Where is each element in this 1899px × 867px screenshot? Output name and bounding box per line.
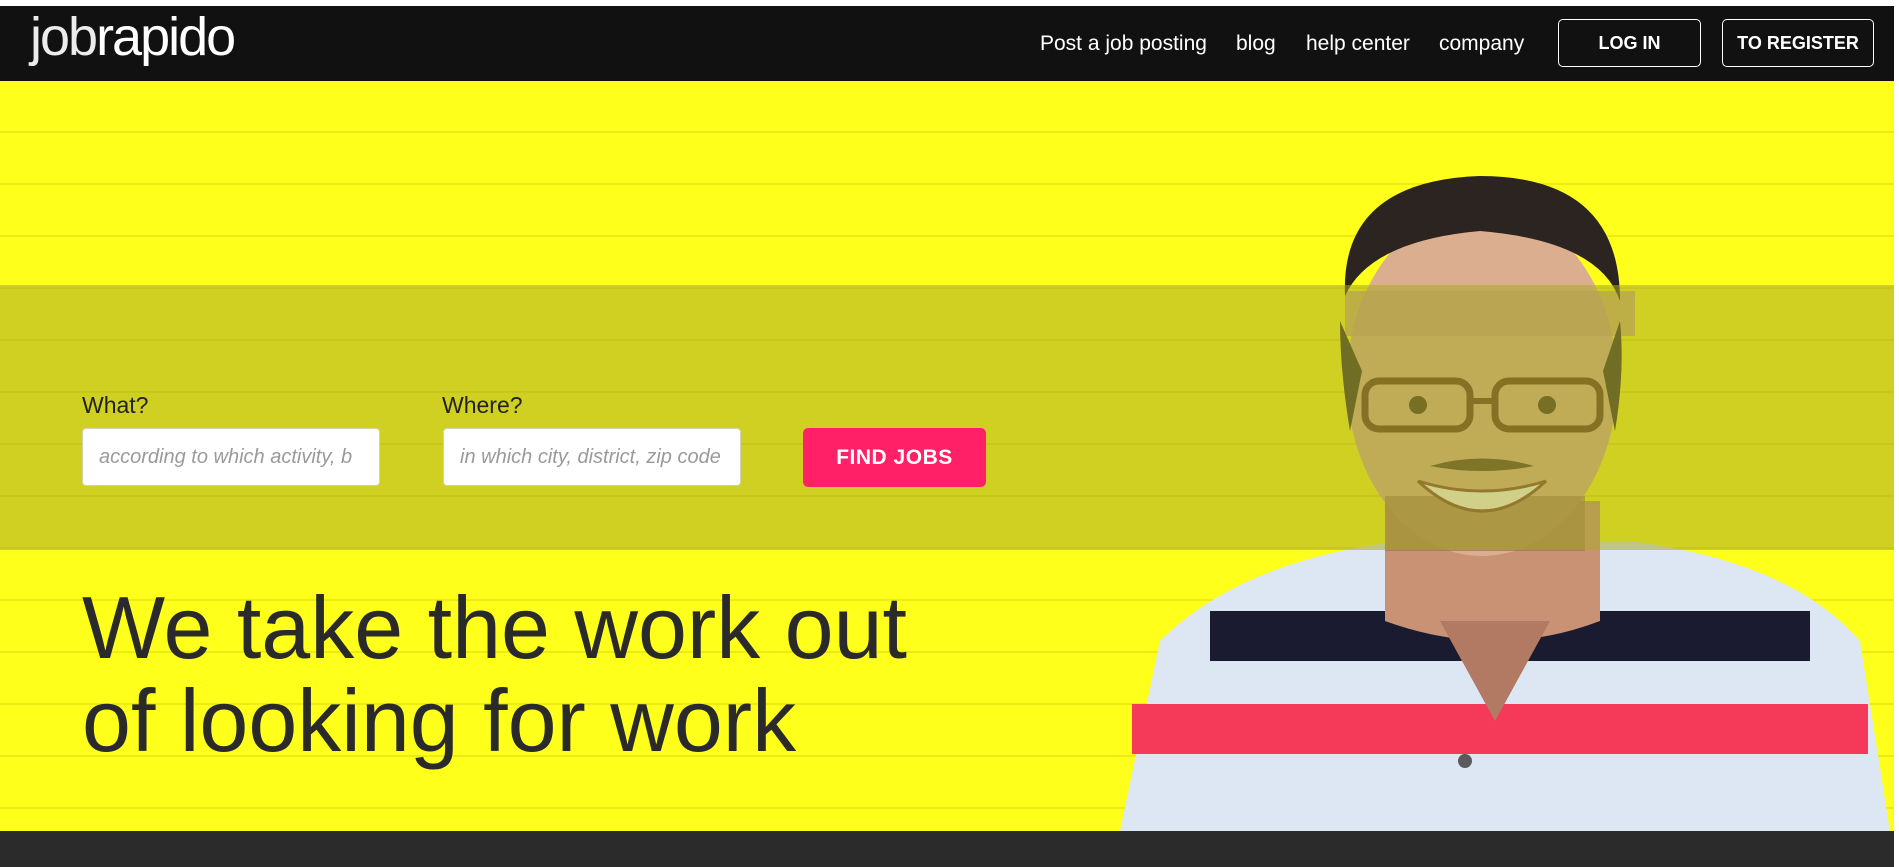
search-band (0, 285, 1894, 550)
page-edge (1894, 0, 1899, 867)
hero-headline: We take the work out of looking for work (82, 581, 907, 767)
where-input[interactable] (443, 428, 741, 486)
login-button[interactable]: LOG IN (1558, 19, 1701, 67)
nav-link-help-center[interactable]: help center (1306, 32, 1410, 56)
what-input[interactable] (82, 428, 380, 486)
where-label: Where? (442, 392, 523, 418)
logo-text-rapido: rapido (96, 7, 236, 67)
what-label: What? (82, 392, 149, 418)
nav-link-company[interactable]: company (1439, 32, 1524, 56)
logo-text-job: job (30, 7, 98, 67)
shirt-button (1458, 754, 1472, 768)
register-button[interactable]: TO REGISTER (1722, 19, 1874, 67)
hero-section: What? Where? FIND JOBS We take the work … (0, 81, 1894, 831)
nav-link-blog[interactable]: blog (1236, 32, 1276, 56)
jobrapido-logo[interactable]: jobrapido (30, 7, 236, 67)
find-jobs-button[interactable]: FIND JOBS (803, 428, 986, 487)
headline-line-2: of looking for work (82, 671, 797, 770)
top-navbar: jobrapido Post a job posting blog help c… (0, 6, 1894, 81)
footer-band (0, 831, 1899, 867)
headline-line-1: We take the work out (82, 578, 907, 677)
nav-link-post-job[interactable]: Post a job posting (1040, 32, 1207, 56)
